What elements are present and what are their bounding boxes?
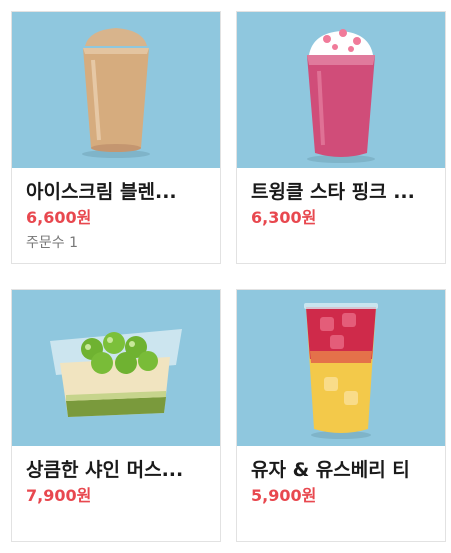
product-price: 7,900원 [26, 486, 92, 505]
product-name[interactable]: 아이스크림 블렌... [26, 180, 206, 204]
product-name[interactable]: 상큼한 샤인 머스... [26, 458, 206, 482]
order-count-value: 1 [69, 235, 79, 251]
product-price: 6,600원 [26, 208, 92, 227]
product-card-3[interactable]: 상큼한 샤인 머스... 7,900원 [11, 289, 221, 542]
product-image[interactable] [237, 12, 445, 168]
yuja-berry-iced-tea-image [304, 303, 378, 439]
product-card-1[interactable]: 아이스크림 블렌... 6,600원 주문수 1 [11, 11, 221, 264]
product-image[interactable] [12, 12, 220, 168]
product-name[interactable]: 유자 & 유스베리 티 [251, 458, 431, 482]
product-price: 5,900원 [251, 486, 317, 505]
product-price: 6,300원 [251, 208, 317, 227]
order-count-label: 주문수 [26, 235, 65, 251]
product-card-4[interactable]: 유자 & 유스베리 티 5,900원 [236, 289, 446, 542]
product-card-2[interactable]: 트윙클 스타 핑크 ... 6,300원 [236, 11, 446, 264]
cream-latte-blended-drink-image [82, 28, 150, 158]
shine-muscat-mousse-cake-image [50, 329, 182, 417]
order-count: 주문수 1 [26, 234, 206, 252]
pink-frappuccino-drink-image [307, 29, 375, 163]
product-name[interactable]: 트윙클 스타 핑크 ... [251, 180, 431, 204]
product-image[interactable] [12, 290, 220, 446]
product-image[interactable] [237, 290, 445, 446]
